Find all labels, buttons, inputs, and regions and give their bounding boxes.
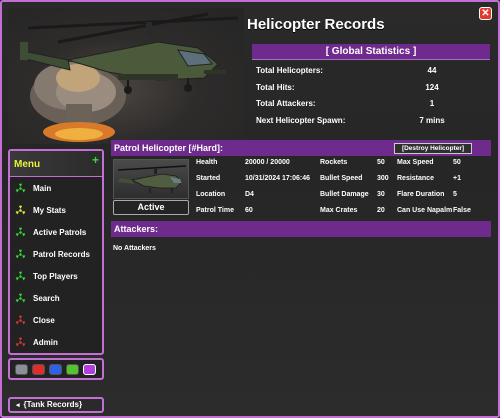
field-value-patrol-time: 60 <box>245 207 253 214</box>
field-label-started: Started <box>196 175 221 182</box>
field-value-bullet-damage: 30 <box>377 191 385 198</box>
sidebar-item-label: Admin <box>33 337 58 347</box>
menu-header: Menu + <box>10 151 102 177</box>
field-label-patrol-time: Patrol Time <box>196 207 234 214</box>
add-icon[interactable]: + <box>92 153 99 167</box>
no-attackers-text: No Attackers <box>113 245 156 252</box>
field-value-max-crates: 20 <box>377 207 385 214</box>
sidebar-item-label: Main <box>33 183 52 193</box>
field-value-max-speed: 50 <box>453 159 461 166</box>
field-value-flare-duration: 5 <box>453 191 457 198</box>
stat-value-next-spawn: 7 mins <box>419 116 445 125</box>
swatch-blue[interactable] <box>49 364 62 375</box>
destroy-helicopter-button[interactable]: [Destroy Helicopter] <box>394 143 472 154</box>
field-value-location: D4 <box>245 191 254 198</box>
sidebar-item-label: Close <box>33 315 55 325</box>
radiation-icon <box>15 227 26 236</box>
sidebar-item-close[interactable]: Close <box>15 314 55 326</box>
sidebar-menu: Menu + Main My Stats Active Patrols Patrol … <box>8 149 104 355</box>
menu-title: Menu <box>14 159 41 170</box>
field-value-rockets: 50 <box>377 159 385 166</box>
field-label-health: Health <box>196 159 218 166</box>
field-label-resistance: Resistance <box>397 175 434 182</box>
field-label-location: Location <box>196 191 226 198</box>
sidebar-item-active-patrols[interactable]: Active Patrols <box>15 226 86 238</box>
stat-value-total-helicopters: 44 <box>427 66 437 75</box>
stat-value-total-hits: 124 <box>425 83 439 92</box>
helicopter-icon <box>117 165 187 193</box>
field-label-bullet-damage: Bullet Damage <box>320 191 369 198</box>
sidebar-item-top-players[interactable]: Top Players <box>15 270 78 282</box>
sidebar-item-admin[interactable]: Admin <box>15 336 58 348</box>
swatch-red[interactable] <box>32 364 45 375</box>
radiation-icon <box>15 315 26 324</box>
radiation-icon <box>15 271 26 280</box>
radiation-icon <box>15 293 26 302</box>
helicopter-explosion-illustration <box>20 12 239 142</box>
sidebar-item-label: Search <box>33 293 60 303</box>
field-label-rockets: Rockets <box>320 159 348 166</box>
theme-color-swatches <box>8 358 104 380</box>
helicopter-records-window: ✕ Helicopter Records [ Global Statistics… <box>0 0 500 418</box>
field-value-bullet-speed: 300 <box>377 175 389 182</box>
chevron-left-icon: ◂ <box>16 402 20 409</box>
sidebar-item-label: Patrol Records <box>33 249 90 259</box>
radiation-icon <box>15 183 26 192</box>
stat-value-total-attackers: 1 <box>429 99 435 108</box>
sidebar-item-my-stats[interactable]: My Stats <box>15 204 66 216</box>
swatch-gray[interactable] <box>15 364 28 375</box>
field-label-max-crates: Max Crates <box>320 207 358 214</box>
swatch-green[interactable] <box>66 364 79 375</box>
sidebar-item-label: Top Players <box>33 271 78 281</box>
field-label-max-speed: Max Speed <box>397 159 434 166</box>
helicopter-status-button[interactable]: Active <box>113 200 189 215</box>
field-label-can-use-napalm: Can Use Napalm <box>397 207 453 214</box>
page-title: Helicopter Records <box>247 16 385 33</box>
field-label-bullet-speed: Bullet Speed <box>320 175 363 182</box>
helicopter-hero-image <box>8 8 244 144</box>
tank-records-button[interactable]: ◂ {Tank Records} <box>8 397 104 413</box>
attackers-heading: Attackers: <box>111 221 491 237</box>
field-value-started: 10/31/2024 17:06:46 <box>245 175 310 182</box>
swatch-purple[interactable] <box>83 364 96 375</box>
radiation-icon <box>15 205 26 214</box>
helicopter-thumbnail <box>113 159 189 199</box>
field-label-flare-duration: Flare Duration <box>397 191 445 198</box>
sidebar-item-search[interactable]: Search <box>15 292 60 304</box>
tank-records-label: {Tank Records} <box>23 400 83 409</box>
sidebar-item-label: My Stats <box>33 205 66 215</box>
radiation-icon <box>15 337 26 346</box>
field-value-health: 20000 / 20000 <box>245 159 290 166</box>
sidebar-item-label: Active Patrols <box>33 227 87 237</box>
field-value-can-use-napalm: False <box>453 207 471 214</box>
field-value-resistance: +1 <box>453 175 461 182</box>
close-button[interactable]: ✕ <box>479 7 492 20</box>
sidebar-item-patrol-records[interactable]: Patrol Records <box>15 248 90 260</box>
radiation-icon <box>15 249 26 258</box>
global-statistics-heading: [ Global Statistics ] <box>252 44 490 60</box>
sidebar-item-main[interactable]: Main <box>15 182 51 194</box>
